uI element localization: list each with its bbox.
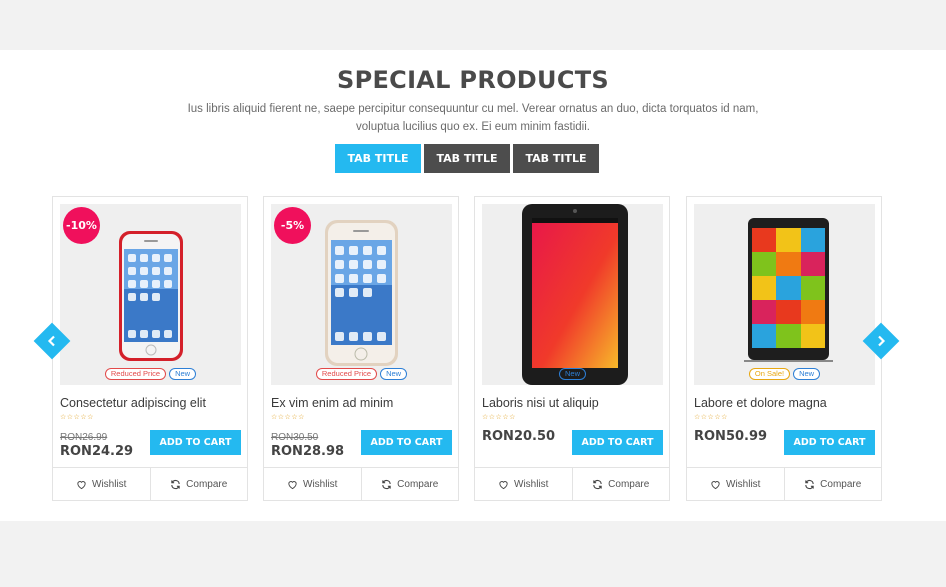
compare-label: Compare [608, 478, 650, 490]
product-image[interactable]: New [482, 204, 663, 385]
product-card[interactable]: On Sale! New Labore et dolore magna ☆☆☆☆… [686, 196, 882, 501]
product-image[interactable]: On Sale! New [694, 204, 875, 385]
wishlist-label: Wishlist [514, 478, 549, 490]
heart-icon [288, 480, 297, 489]
new-label: New [169, 368, 197, 380]
product-card[interactable]: -5% Reduced Price New Ex vim enim ad min… [263, 196, 459, 501]
price: RON24.29 [60, 444, 134, 459]
refresh-icon [805, 479, 814, 489]
add-to-cart-button[interactable]: ADD TO CART [150, 430, 241, 455]
product-labels: New [482, 368, 663, 380]
product-card[interactable]: -10% Reduced Price New Consectetur adipi… [52, 196, 248, 501]
compare-button[interactable]: Compare [783, 468, 882, 500]
new-label: New [558, 368, 586, 380]
rating-stars: ☆☆☆☆☆ [482, 414, 516, 421]
rating-stars: ☆☆☆☆☆ [60, 414, 94, 421]
product-labels: Reduced Price New [60, 368, 241, 380]
reduced-price-label: Reduced Price [104, 368, 167, 380]
heart-icon [711, 480, 720, 489]
tab-1[interactable]: TAB TITLE [335, 144, 421, 173]
wishlist-button[interactable]: Wishlist [53, 468, 150, 500]
compare-button[interactable]: Compare [149, 468, 248, 500]
compare-button[interactable]: Compare [360, 468, 459, 500]
old-price: RON26.99 [60, 432, 108, 443]
heart-icon [499, 480, 508, 489]
wishlist-label: Wishlist [303, 478, 338, 490]
product-name[interactable]: Consectetur adipiscing elit [60, 396, 206, 410]
compare-label: Compare [820, 478, 862, 490]
refresh-icon [593, 479, 602, 489]
product-labels: On Sale! New [694, 368, 875, 380]
new-label: New [380, 368, 408, 380]
new-label: New [793, 368, 821, 380]
product-labels: Reduced Price New [271, 368, 452, 380]
wishlist-button[interactable]: Wishlist [475, 468, 572, 500]
product-card[interactable]: New Laboris nisi ut aliquip ☆☆☆☆☆ RON20.… [474, 196, 670, 501]
product-name[interactable]: Laboris nisi ut aliquip [482, 396, 599, 410]
add-to-cart-button[interactable]: ADD TO CART [572, 430, 663, 455]
compare-button[interactable]: Compare [571, 468, 670, 500]
discount-badge: -5% [274, 207, 311, 244]
card-actions: Wishlist Compare [53, 467, 247, 500]
wishlist-button[interactable]: Wishlist [687, 468, 784, 500]
compare-label: Compare [397, 478, 439, 490]
card-actions: Wishlist Compare [687, 467, 881, 500]
refresh-icon [382, 479, 391, 489]
rating-stars: ☆☆☆☆☆ [694, 414, 728, 421]
black-tablet-image [744, 218, 833, 362]
price: RON50.99 [694, 429, 768, 444]
product-name[interactable]: Ex vim enim ad minim [271, 396, 393, 410]
description-line-2: voluptua lucilius quo ex. Ei eum minim f… [356, 121, 590, 133]
add-to-cart-button[interactable]: ADD TO CART [361, 430, 452, 455]
wishlist-label: Wishlist [92, 478, 127, 490]
product-image[interactable]: -5% Reduced Price New [271, 204, 452, 385]
discount-badge: -10% [63, 207, 100, 244]
tab-2[interactable]: TAB TITLE [424, 144, 510, 173]
description-line-1: Ius libris aliquid fierent ne, saepe per… [187, 103, 759, 115]
add-to-cart-button[interactable]: ADD TO CART [784, 430, 875, 455]
wishlist-label: Wishlist [726, 478, 761, 490]
wishlist-button[interactable]: Wishlist [264, 468, 361, 500]
heart-icon [77, 480, 86, 489]
refresh-icon [171, 479, 180, 489]
compare-label: Compare [186, 478, 228, 490]
on-sale-label: On Sale! [748, 368, 791, 380]
tablet-image [522, 204, 628, 385]
reduced-price-label: Reduced Price [315, 368, 378, 380]
product-image[interactable]: -10% Reduced Price New [60, 204, 241, 385]
section-description: Ius libris aliquid fierent ne, saepe per… [173, 100, 773, 136]
price: RON20.50 [482, 429, 556, 444]
special-products-section: SPECIAL PRODUCTS Ius libris aliquid fier… [0, 50, 946, 521]
tab-bar: TAB TITLE TAB TITLE TAB TITLE [335, 144, 599, 173]
section-title: SPECIAL PRODUCTS [337, 66, 609, 94]
price: RON28.98 [271, 444, 345, 459]
old-price: RON30.50 [271, 432, 319, 443]
rating-stars: ☆☆☆☆☆ [271, 414, 305, 421]
card-actions: Wishlist Compare [475, 467, 669, 500]
chevron-right-icon [878, 335, 886, 347]
chevron-left-icon [47, 335, 55, 347]
product-name[interactable]: Labore et dolore magna [694, 396, 827, 410]
card-actions: Wishlist Compare [264, 467, 458, 500]
tab-3[interactable]: TAB TITLE [513, 144, 599, 173]
